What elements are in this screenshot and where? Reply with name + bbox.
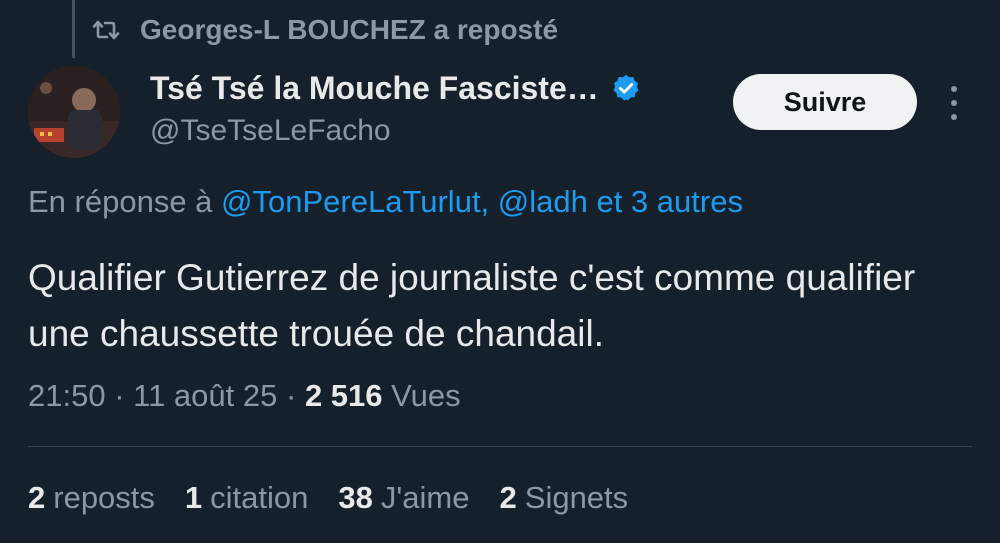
reply-mentions-link[interactable]: @TonPereLaTurlut, @ladh et 3 autres	[221, 184, 743, 219]
stat-count: 2	[499, 480, 517, 515]
stat-bookmarks[interactable]: 2 Signets	[500, 480, 629, 516]
avatar[interactable]	[28, 66, 120, 158]
display-name[interactable]: Tsé Tsé la Mouche Fasciste…	[150, 70, 599, 107]
engagement-stats: 2 reposts 1 citation 38 J'aime 2 Signets	[28, 480, 628, 516]
stat-count: 2	[28, 480, 46, 515]
avatar-image	[28, 66, 120, 158]
stat-label: Signets	[524, 480, 629, 515]
stat-label: reposts	[53, 480, 155, 515]
more-options-icon[interactable]	[942, 86, 966, 120]
views-count: 2 516	[304, 378, 383, 413]
repost-text[interactable]: Georges-L BOUCHEZ a reposté	[140, 14, 558, 46]
thread-connector-line	[72, 0, 75, 58]
divider	[28, 446, 972, 447]
stat-label: citation	[210, 480, 309, 515]
tweet-author-header: Tsé Tsé la Mouche Fasciste… @TseTseLeFac…	[150, 66, 641, 148]
follow-button[interactable]: Suivre	[733, 74, 917, 130]
reply-prefix: En réponse à	[28, 184, 213, 219]
stat-quotes[interactable]: 1 citation	[185, 480, 308, 516]
stat-count: 38	[338, 480, 373, 515]
verified-badge-icon[interactable]	[611, 73, 641, 103]
tweet-text: Qualifier Gutierrez de journaliste c'est…	[28, 257, 916, 354]
tweet-date[interactable]: 11 août 25	[133, 378, 277, 413]
views-label: Vues	[391, 378, 461, 413]
user-handle[interactable]: @TseTseLeFacho	[150, 114, 641, 148]
stat-count: 1	[184, 480, 203, 515]
stat-label: J'aime	[380, 480, 470, 515]
repost-indicator: Georges-L BOUCHEZ a reposté	[92, 10, 558, 50]
stat-reposts[interactable]: 2 reposts	[28, 480, 155, 516]
stat-likes[interactable]: 38 J'aime	[338, 480, 469, 516]
tweet-time[interactable]: 21:50	[28, 378, 106, 413]
repost-icon	[92, 18, 120, 42]
tweet-metadata: 21:50 · 11 août 25 · 2 516 Vues	[28, 378, 461, 413]
reply-context: En réponse à @TonPereLaTurlut, @ladh et …	[28, 184, 743, 220]
